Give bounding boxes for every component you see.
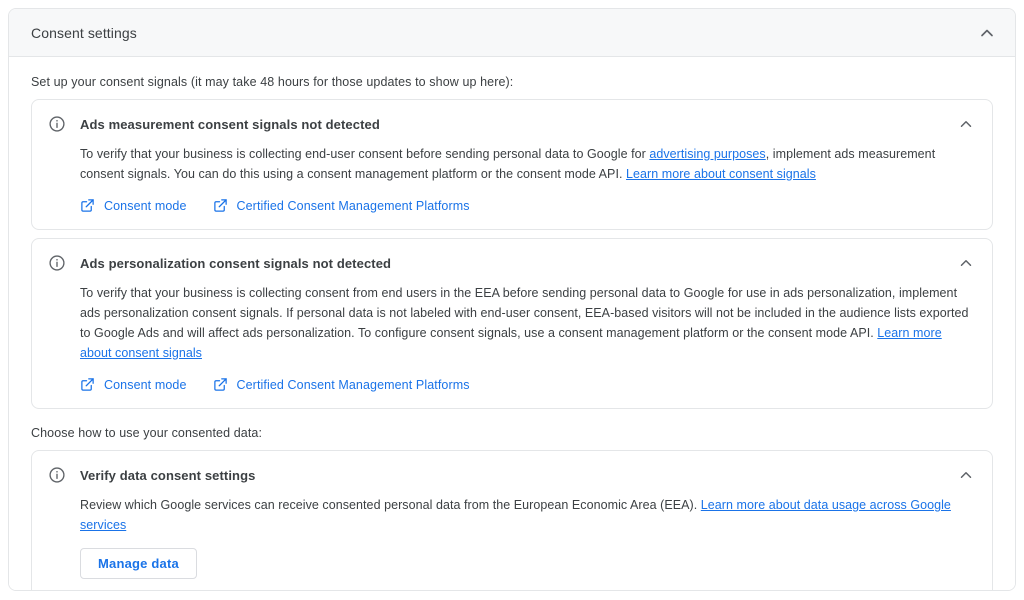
certified-cmp-link[interactable]: Certified Consent Management Platforms [213, 377, 470, 392]
certified-cmp-link-label: Certified Consent Management Platforms [236, 198, 470, 213]
consent-settings-panel: Consent settings Set up your consent sig… [8, 8, 1016, 591]
card-ads-measurement-title: Ads measurement consent signals not dete… [80, 116, 380, 132]
card-ads-personalization-header[interactable]: Ads personalization consent signals not … [32, 239, 992, 273]
consent-settings-header[interactable]: Consent settings [9, 9, 1015, 57]
certified-cmp-link[interactable]: Certified Consent Management Platforms [213, 198, 470, 213]
page-title: Consent settings [31, 24, 137, 41]
card-ads-measurement-text: To verify that your business is collecti… [80, 144, 974, 184]
open-in-new-icon [80, 198, 95, 213]
consent-mode-link[interactable]: Consent mode [80, 377, 187, 392]
open-in-new-icon [80, 377, 95, 392]
card-ads-personalization-title: Ads personalization consent signals not … [80, 255, 392, 271]
open-in-new-icon [213, 377, 228, 392]
card-verify-data-consent: Verify data consent settings Review whic… [31, 450, 993, 590]
page-root: Consent settings Set up your consent sig… [0, 0, 1024, 600]
chevron-up-icon[interactable] [956, 465, 976, 485]
learn-more-consent-signals-link[interactable]: Learn more about consent signals [626, 167, 816, 181]
card-ads-personalization: Ads personalization consent signals not … [31, 238, 993, 409]
card-ads-personalization-links: Consent mode Certified Consent Managemen… [80, 377, 974, 392]
chevron-up-icon[interactable] [977, 23, 997, 43]
card-ads-personalization-body: To verify that your business is collecti… [32, 273, 992, 408]
chevron-up-icon[interactable] [956, 253, 976, 273]
text-segment: To verify that your business is collecti… [80, 147, 650, 161]
card-ads-measurement: Ads measurement consent signals not dete… [31, 99, 993, 230]
consent-mode-link-label: Consent mode [104, 377, 187, 392]
card-verify-data-consent-text: Review which Google services can receive… [80, 495, 974, 535]
chevron-up-icon[interactable] [956, 114, 976, 134]
setup-consent-signals-label: Set up your consent signals (it may take… [31, 75, 514, 89]
advertising-purposes-link[interactable]: advertising purposes [649, 147, 765, 161]
choose-consented-data-label: Choose how to use your consented data: [31, 426, 263, 440]
open-in-new-icon [213, 198, 228, 213]
info-icon [48, 254, 66, 272]
card-ads-measurement-header[interactable]: Ads measurement consent signals not dete… [32, 100, 992, 134]
card-verify-data-consent-title: Verify data consent settings [80, 467, 256, 483]
card-verify-data-consent-body: Review which Google services can receive… [32, 485, 992, 590]
card-ads-personalization-text: To verify that your business is collecti… [80, 283, 974, 363]
info-icon [48, 466, 66, 484]
text-segment: Review which Google services can receive… [80, 498, 701, 512]
card-verify-data-consent-header[interactable]: Verify data consent settings [32, 451, 992, 485]
certified-cmp-link-label: Certified Consent Management Platforms [236, 377, 470, 392]
info-icon [48, 115, 66, 133]
manage-data-button[interactable]: Manage data [80, 548, 197, 579]
consent-settings-body: Set up your consent signals (it may take… [9, 57, 1015, 590]
text-segment: To verify that your business is collecti… [80, 286, 969, 340]
card-ads-measurement-body: To verify that your business is collecti… [32, 134, 992, 229]
consent-mode-link[interactable]: Consent mode [80, 198, 187, 213]
consent-mode-link-label: Consent mode [104, 198, 187, 213]
card-ads-measurement-links: Consent mode Certified Consent Managemen… [80, 198, 974, 213]
